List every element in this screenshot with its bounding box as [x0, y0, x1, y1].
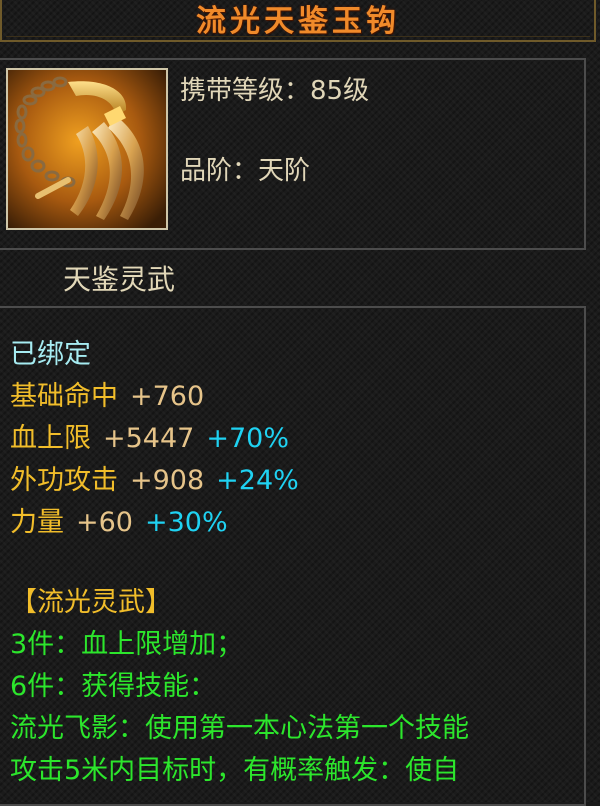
attribute-name: 血上限: [10, 423, 91, 454]
item-title: 流光天鉴玉钩: [196, 4, 400, 39]
bound-status: 已绑定: [10, 339, 91, 370]
set-bonus-line: 6件：获得技能：: [10, 671, 217, 702]
subtitle-row: 天鉴灵武: [0, 252, 600, 304]
attribute-row: 外功攻击 +908 +24%: [10, 464, 299, 498]
attribute-box: 已绑定 基础命中 +760 血上限 +5447 +70% 外功攻击 +908 +24% 力…: [0, 306, 586, 806]
attribute-row: 血上限 +5447 +70%: [10, 422, 289, 456]
attribute-row: 基础命中 +760: [10, 380, 204, 414]
set-bonus-line: 流光飞影：使用第一本心法第一个技能: [10, 713, 469, 744]
golden-hook-weapon-icon[interactable]: [6, 68, 168, 230]
attribute-value: +760: [130, 381, 205, 412]
attribute-value: +5447: [103, 423, 195, 454]
set-name: 【流光灵武】: [10, 587, 172, 618]
attribute-percent: +24%: [216, 465, 299, 496]
item-tooltip: 流光天鉴玉钩 携带等级：85级 品阶：天阶 天鉴灵武 已绑定 基础命中 +760…: [0, 0, 600, 806]
attribute-value: +60: [76, 507, 133, 538]
attribute-percent: +30%: [144, 507, 228, 538]
title-bar: 流光天鉴玉钩: [0, 0, 596, 42]
item-category: 天鉴灵武: [63, 263, 176, 296]
set-bonus-line: 攻击5米内目标时，有概率触发：使自: [10, 755, 460, 786]
attribute-name: 基础命中: [10, 381, 118, 412]
attribute-value: +908: [130, 465, 205, 496]
attribute-name: 外功攻击: [10, 465, 118, 496]
attribute-row: 力量 +60 +30%: [10, 506, 228, 540]
carry-level: 携带等级：85级: [180, 76, 370, 106]
attribute-percent: +70%: [206, 423, 289, 454]
attribute-name: 力量: [10, 507, 64, 538]
item-grade: 品阶：天阶: [180, 156, 311, 186]
set-bonus-line: 3件：血上限增加；: [10, 629, 244, 660]
